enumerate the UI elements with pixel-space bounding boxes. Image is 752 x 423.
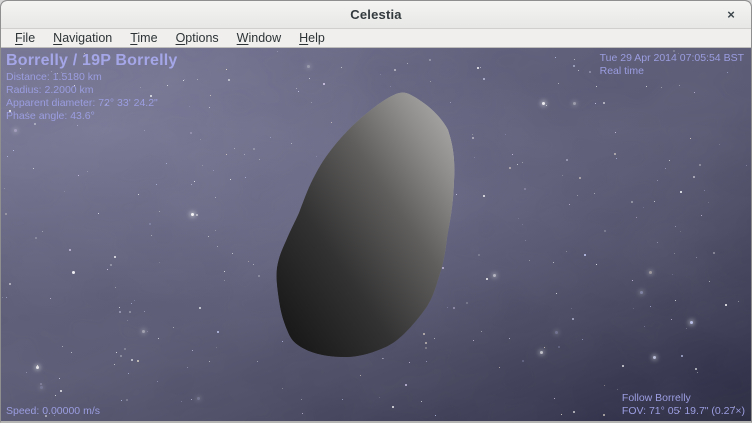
selection-title: Borrelly / 19P Borrelly xyxy=(6,51,178,70)
time-mode-label: Real time xyxy=(600,65,744,78)
menu-options[interactable]: Options xyxy=(167,30,228,47)
space-viewport[interactable]: Borrelly / 19P Borrelly Distance: 1.5180… xyxy=(1,48,751,421)
fov-label: FOV: 71° 05' 19.7" (0.27×) xyxy=(622,405,745,418)
menu-file[interactable]: File xyxy=(6,30,44,47)
selection-apparent-diameter: Apparent diameter: 72° 33' 24.2" xyxy=(6,97,178,110)
close-icon[interactable]: × xyxy=(721,5,741,25)
selection-distance: Distance: 1.5180 km xyxy=(6,71,178,84)
window-titlebar[interactable]: Celestia × xyxy=(1,1,751,29)
selection-info: Borrelly / 19P Borrelly Distance: 1.5180… xyxy=(6,51,178,123)
frame-info: Follow Borrelly FOV: 71° 05' 19.7" (0.27… xyxy=(622,392,745,418)
follow-label: Follow Borrelly xyxy=(622,392,745,405)
time-info: Tue 29 Apr 2014 07:05:54 BST Real time xyxy=(600,52,744,78)
celestia-window: Celestia × File Navigation Time Options … xyxy=(0,0,752,423)
menu-navigation[interactable]: Navigation xyxy=(44,30,121,47)
window-title: Celestia xyxy=(350,7,401,22)
speed-label: Speed: 0.00000 m/s xyxy=(6,405,100,418)
menubar: File Navigation Time Options Window Help xyxy=(1,29,751,48)
menu-window[interactable]: Window xyxy=(228,30,290,47)
datetime-label: Tue 29 Apr 2014 07:05:54 BST xyxy=(600,52,744,65)
selection-radius: Radius: 2.2000 km xyxy=(6,84,178,97)
menu-help[interactable]: Help xyxy=(290,30,334,47)
selection-phase-angle: Phase angle: 43.6° xyxy=(6,110,178,123)
menu-time[interactable]: Time xyxy=(121,30,166,47)
